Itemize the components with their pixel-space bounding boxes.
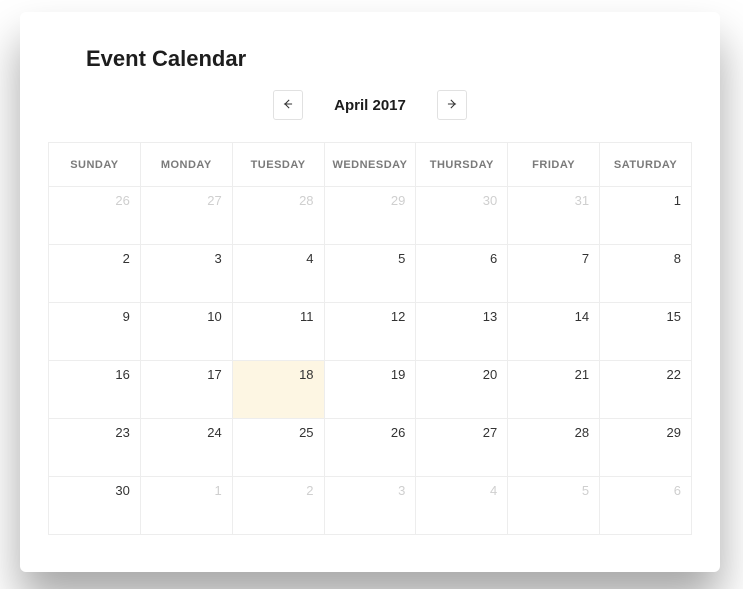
calendar-day-cell[interactable]: 28 [508, 419, 600, 477]
calendar-day-cell[interactable]: 27 [140, 187, 232, 245]
day-header: TUESDAY [232, 143, 324, 187]
calendar-day-cell[interactable]: 26 [324, 419, 416, 477]
calendar-day-cell[interactable]: 23 [49, 419, 141, 477]
calendar-week-row: 23242526272829 [49, 419, 692, 477]
calendar-day-cell[interactable]: 24 [140, 419, 232, 477]
calendar-card: Event Calendar April 2017 SUNDAY MONDAY … [20, 12, 720, 572]
calendar-day-cell[interactable]: 2 [49, 245, 141, 303]
calendar-day-cell[interactable]: 13 [416, 303, 508, 361]
calendar-day-cell[interactable]: 2 [232, 477, 324, 535]
calendar-day-cell[interactable]: 3 [324, 477, 416, 535]
month-nav: April 2017 [48, 90, 692, 120]
calendar-grid: SUNDAY MONDAY TUESDAY WEDNESDAY THURSDAY… [48, 142, 692, 535]
calendar-week-row: 30123456 [49, 477, 692, 535]
calendar-day-cell[interactable]: 22 [600, 361, 692, 419]
day-header: MONDAY [140, 143, 232, 187]
calendar-day-cell[interactable]: 16 [49, 361, 141, 419]
arrow-right-icon [445, 97, 459, 114]
calendar-day-cell[interactable]: 5 [508, 477, 600, 535]
page-title: Event Calendar [86, 46, 692, 72]
day-header-row: SUNDAY MONDAY TUESDAY WEDNESDAY THURSDAY… [49, 143, 692, 187]
calendar-week-row: 2345678 [49, 245, 692, 303]
calendar-day-cell[interactable]: 10 [140, 303, 232, 361]
calendar-week-row: 9101112131415 [49, 303, 692, 361]
calendar-day-cell[interactable]: 30 [416, 187, 508, 245]
calendar-day-cell[interactable]: 6 [416, 245, 508, 303]
calendar-day-cell[interactable]: 27 [416, 419, 508, 477]
calendar-day-cell[interactable]: 11 [232, 303, 324, 361]
day-header: WEDNESDAY [324, 143, 416, 187]
calendar-day-cell[interactable]: 28 [232, 187, 324, 245]
month-label: April 2017 [325, 97, 415, 114]
calendar-day-cell[interactable]: 21 [508, 361, 600, 419]
day-header: FRIDAY [508, 143, 600, 187]
calendar-day-cell[interactable]: 5 [324, 245, 416, 303]
day-header: THURSDAY [416, 143, 508, 187]
calendar-day-cell[interactable]: 4 [232, 245, 324, 303]
calendar-day-cell[interactable]: 17 [140, 361, 232, 419]
calendar-week-row: 16171819202122 [49, 361, 692, 419]
calendar-day-cell[interactable]: 4 [416, 477, 508, 535]
calendar-day-cell[interactable]: 15 [600, 303, 692, 361]
calendar-day-cell[interactable]: 7 [508, 245, 600, 303]
calendar-week-row: 2627282930311 [49, 187, 692, 245]
day-header: SUNDAY [49, 143, 141, 187]
calendar-day-cell[interactable]: 25 [232, 419, 324, 477]
day-header: SATURDAY [600, 143, 692, 187]
calendar-day-cell[interactable]: 6 [600, 477, 692, 535]
calendar-day-cell[interactable]: 14 [508, 303, 600, 361]
calendar-day-cell[interactable]: 18 [232, 361, 324, 419]
calendar-day-cell[interactable]: 29 [324, 187, 416, 245]
calendar-day-cell[interactable]: 8 [600, 245, 692, 303]
calendar-day-cell[interactable]: 30 [49, 477, 141, 535]
calendar-day-cell[interactable]: 3 [140, 245, 232, 303]
calendar-day-cell[interactable]: 12 [324, 303, 416, 361]
calendar-day-cell[interactable]: 9 [49, 303, 141, 361]
calendar-day-cell[interactable]: 1 [600, 187, 692, 245]
calendar-day-cell[interactable]: 1 [140, 477, 232, 535]
calendar-day-cell[interactable]: 19 [324, 361, 416, 419]
arrow-left-icon [281, 97, 295, 114]
calendar-day-cell[interactable]: 31 [508, 187, 600, 245]
prev-month-button[interactable] [273, 90, 303, 120]
calendar-day-cell[interactable]: 29 [600, 419, 692, 477]
calendar-day-cell[interactable]: 20 [416, 361, 508, 419]
calendar-day-cell[interactable]: 26 [49, 187, 141, 245]
next-month-button[interactable] [437, 90, 467, 120]
